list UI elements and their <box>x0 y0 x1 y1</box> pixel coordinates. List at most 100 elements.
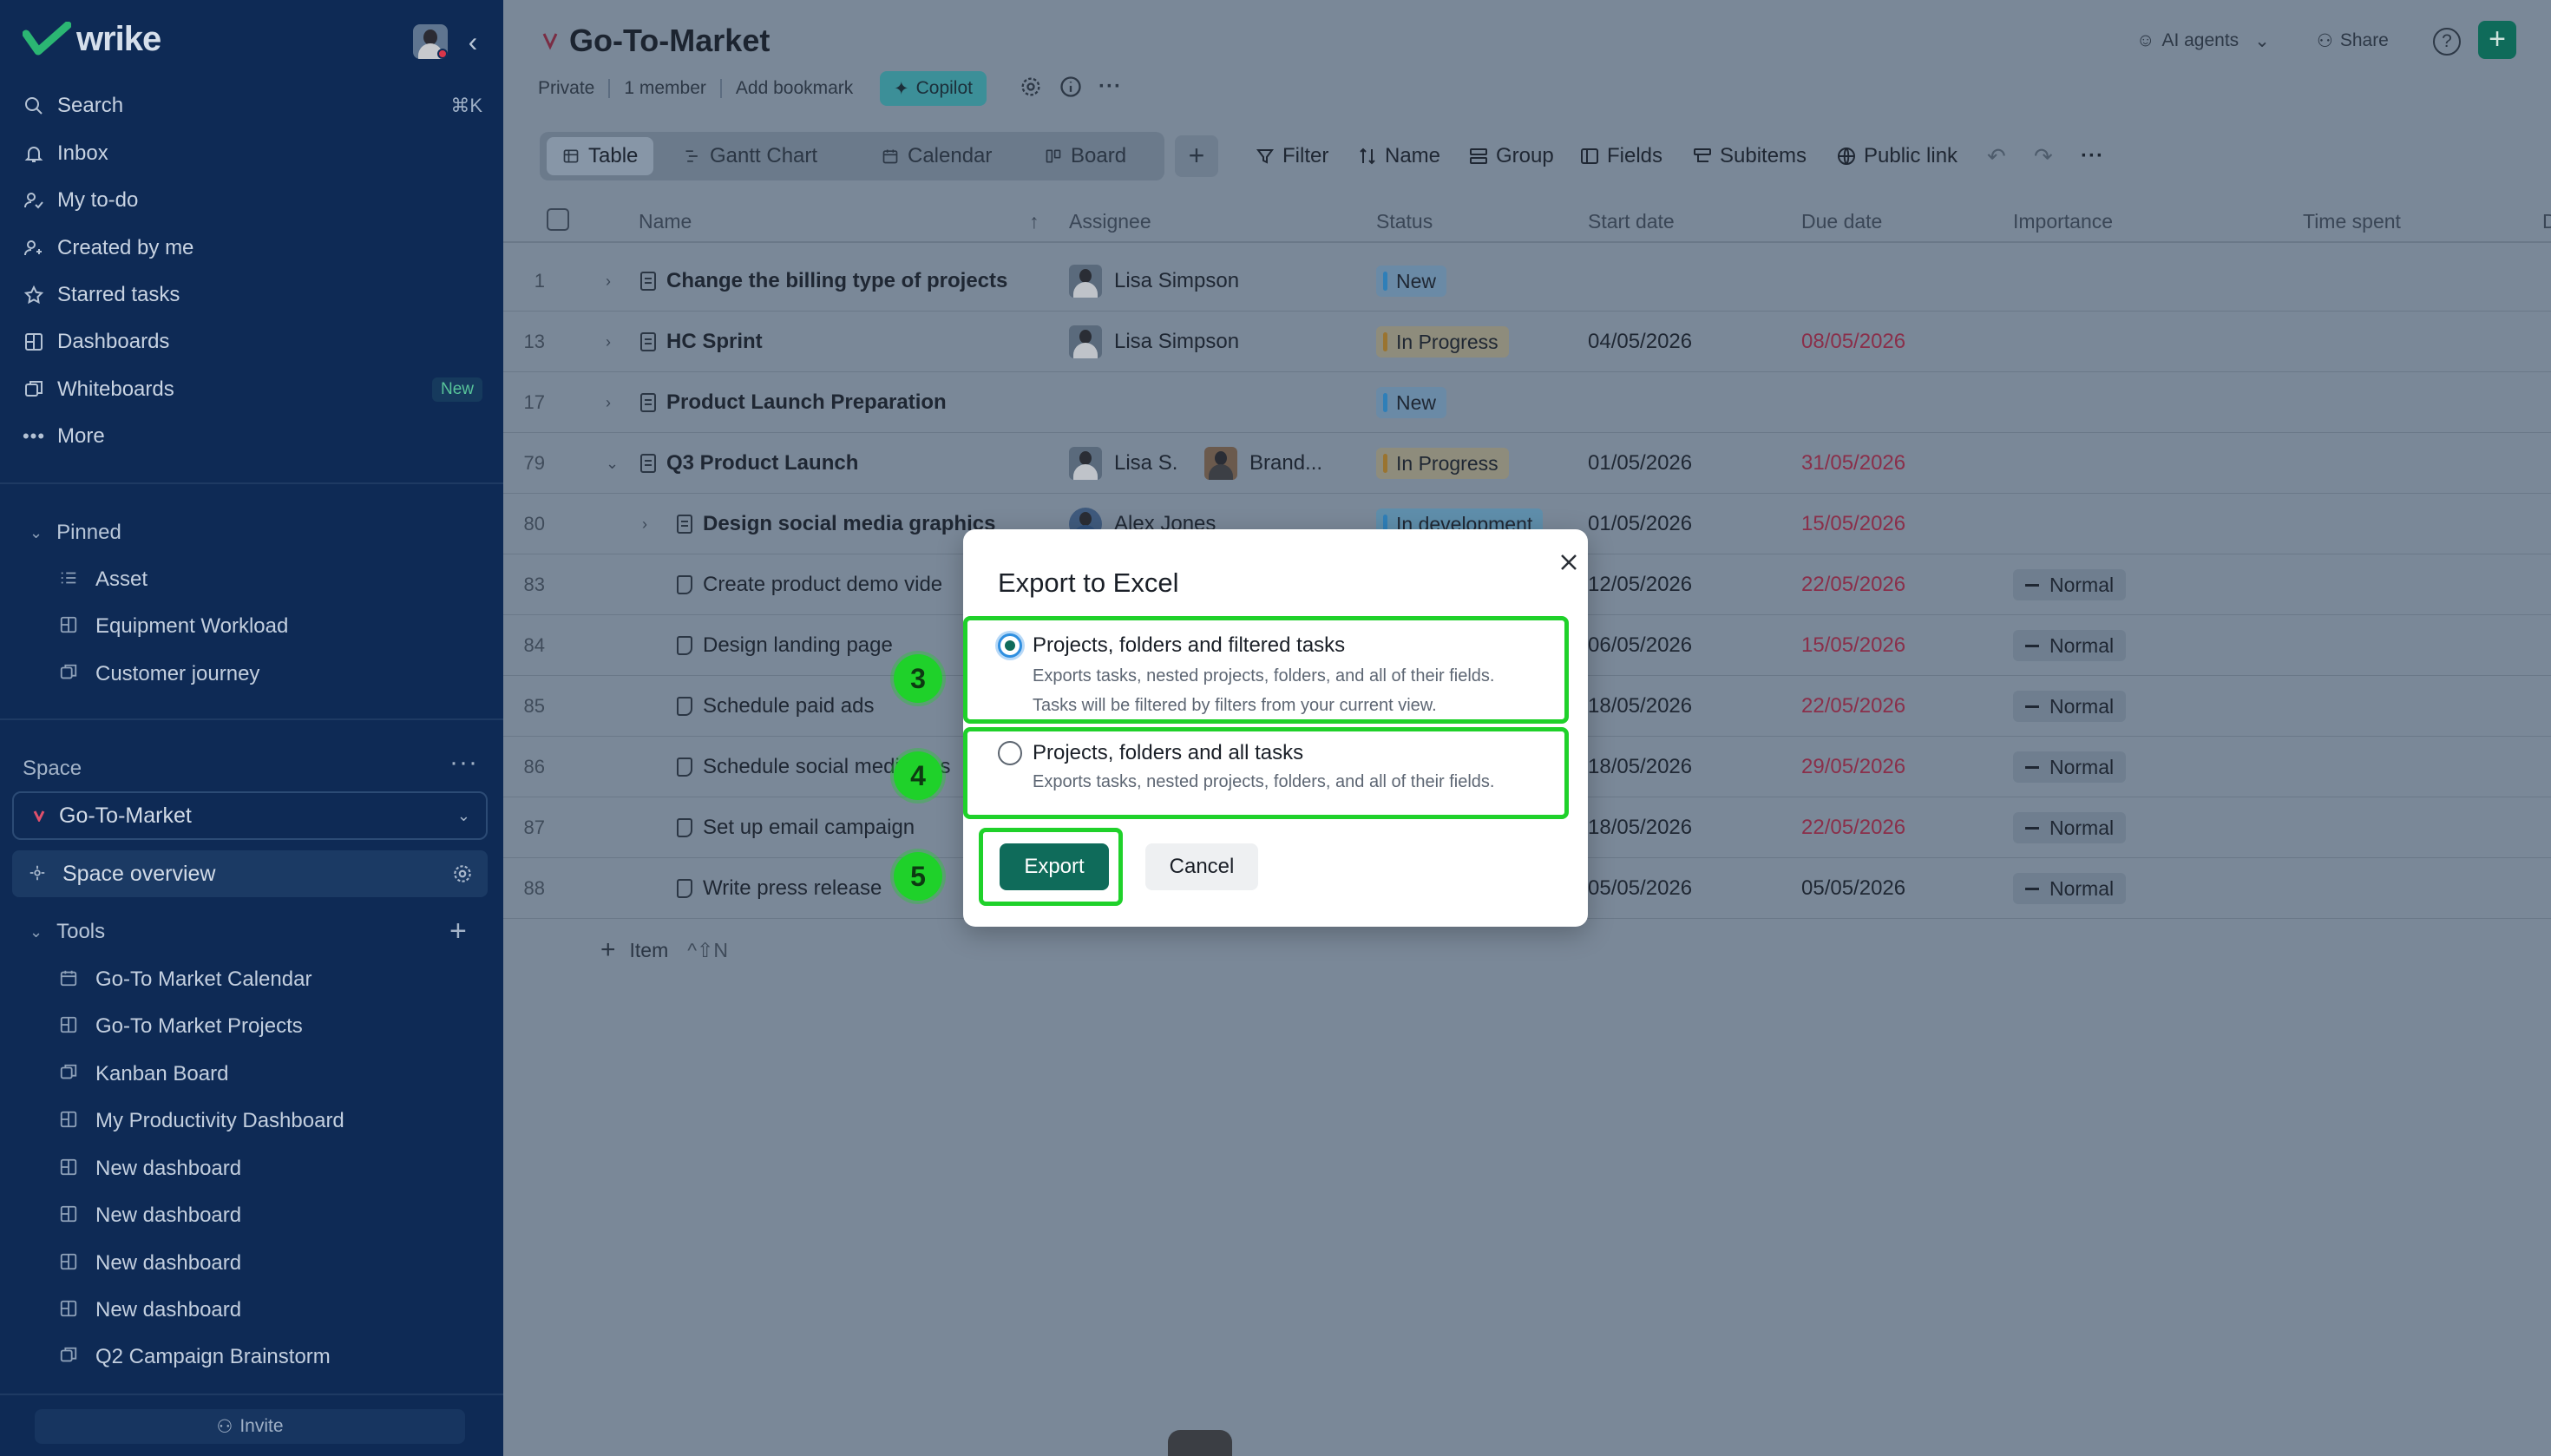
more-icon[interactable]: ··· <box>2081 139 2104 174</box>
table-row[interactable]: 17 › Product Launch Preparation New <box>503 372 2551 433</box>
importance-badge[interactable]: Normal <box>2013 873 2127 904</box>
start-date[interactable]: 05/05/2026 <box>1588 858 1692 919</box>
table-row[interactable]: 79 ⌄ Q3 Product Launch Lisa S. Brand... … <box>503 433 2551 494</box>
start-date[interactable]: 12/05/2026 <box>1588 554 1692 615</box>
status-badge[interactable]: In Progress <box>1376 326 1509 357</box>
chevron-right-icon[interactable]: › <box>606 272 626 291</box>
task-name[interactable]: Product Launch Preparation <box>666 390 947 415</box>
tool-item[interactable]: New dashboard <box>59 1150 484 1188</box>
due-date[interactable]: 22/05/2026 <box>1801 676 1905 737</box>
nav-my-todo[interactable]: My to-do <box>23 180 482 220</box>
nav-search[interactable]: Search ⌘K <box>23 86 482 126</box>
due-date[interactable]: 15/05/2026 <box>1801 494 1905 554</box>
redo-icon[interactable]: ↷ <box>2034 139 2053 174</box>
importance-badge[interactable]: Normal <box>2013 751 2127 783</box>
start-date[interactable]: 01/05/2026 <box>1588 494 1692 554</box>
floating-widget[interactable] <box>1168 1430 1232 1456</box>
tool-item[interactable]: New dashboard <box>59 1291 484 1329</box>
tools-header[interactable]: ⌄ Tools <box>30 915 105 949</box>
due-date[interactable]: 15/05/2026 <box>1801 615 1905 676</box>
task-name[interactable]: Write press release <box>703 876 882 901</box>
group-button[interactable]: Group <box>1468 139 1554 174</box>
task-name[interactable]: HC Sprint <box>666 330 763 354</box>
sort-arrow-up-icon[interactable]: ↑ <box>1029 210 1039 233</box>
filter-button[interactable]: Filter <box>1255 139 1328 174</box>
tool-item[interactable]: Kanban Board <box>59 1055 484 1093</box>
add-tool-icon[interactable]: + <box>449 915 467 948</box>
assignee-name[interactable]: Lisa S. <box>1114 451 1177 475</box>
status-badge[interactable]: New <box>1376 387 1447 418</box>
task-name[interactable]: Set up email campaign <box>703 816 915 840</box>
gear-icon[interactable] <box>451 862 474 885</box>
chevron-down-icon[interactable]: ⌄ <box>606 455 626 473</box>
column-header-importance[interactable]: Importance <box>2013 210 2113 233</box>
tool-item[interactable]: Go-To Market Calendar <box>59 961 484 999</box>
start-date[interactable]: 01/05/2026 <box>1588 433 1692 494</box>
fields-button[interactable]: Fields <box>1579 139 1662 174</box>
nav-more[interactable]: ••• More <box>23 416 482 456</box>
column-header-time-spent[interactable]: Time spent <box>2303 210 2401 233</box>
nav-whiteboards[interactable]: Whiteboards New <box>23 370 482 410</box>
more-icon[interactable]: ··· <box>1098 75 1122 99</box>
assignee-name[interactable]: Lisa Simpson <box>1114 330 1239 354</box>
collapse-sidebar-icon[interactable]: ‹ <box>460 26 486 57</box>
pinned-item-equipment-workload[interactable]: Equipment Workload <box>59 607 484 646</box>
space-selector[interactable]: Go-To-Market ⌄ <box>12 791 488 840</box>
tool-item[interactable]: Go-To Market Projects <box>59 1007 484 1046</box>
space-overview[interactable]: Space overview <box>12 850 488 897</box>
column-header-status[interactable]: Status <box>1376 210 1433 233</box>
add-item-button[interactable]: + Item ^⇧N <box>600 935 728 965</box>
tab-gantt-chart[interactable]: Gantt Chart <box>668 137 833 175</box>
chevron-right-icon[interactable]: › <box>606 394 626 412</box>
start-date[interactable]: 18/05/2026 <box>1588 676 1692 737</box>
tab-board[interactable]: Board <box>1029 137 1142 175</box>
tool-item[interactable]: New dashboard <box>59 1197 484 1235</box>
task-name[interactable]: Design landing page <box>703 633 893 658</box>
task-name[interactable]: Q3 Product Launch <box>666 451 858 475</box>
radio-all-tasks[interactable] <box>998 741 1022 765</box>
pinned-header[interactable]: ⌄ Pinned <box>30 515 121 550</box>
importance-badge[interactable]: Normal <box>2013 630 2127 661</box>
sort-button[interactable]: Name <box>1357 139 1440 174</box>
gear-icon[interactable] <box>1019 75 1043 99</box>
due-date[interactable]: 29/05/2026 <box>1801 737 1905 797</box>
space-more-icon[interactable]: ··· <box>449 748 478 777</box>
user-avatar[interactable] <box>413 24 448 59</box>
add-view-button[interactable]: + <box>1175 135 1218 177</box>
importance-badge[interactable]: Normal <box>2013 812 2127 843</box>
column-header-start-date[interactable]: Start date <box>1588 210 1675 233</box>
status-badge[interactable]: In Progress <box>1376 448 1509 479</box>
chevron-right-icon[interactable]: › <box>642 515 663 534</box>
nav-inbox[interactable]: Inbox <box>23 134 482 174</box>
cancel-button[interactable]: Cancel <box>1145 843 1258 890</box>
pinned-item-asset[interactable]: Asset <box>59 561 484 599</box>
nav-created-by-me[interactable]: Created by me <box>23 228 482 268</box>
undo-icon[interactable]: ↶ <box>1987 139 2006 174</box>
tab-calendar[interactable]: Calendar <box>866 137 1007 175</box>
due-date[interactable]: 22/05/2026 <box>1801 797 1905 858</box>
invite-button[interactable]: ⚇ Invite <box>35 1409 465 1444</box>
public-link-button[interactable]: Public link <box>1836 139 1958 174</box>
pinned-item-customer-journey[interactable]: Customer journey <box>59 655 484 693</box>
importance-badge[interactable]: Normal <box>2013 569 2127 600</box>
chevron-right-icon[interactable]: › <box>606 333 626 351</box>
close-icon[interactable] <box>1553 547 1584 578</box>
copilot-button[interactable]: ✦ Copilot <box>880 71 987 106</box>
subitems-button[interactable]: Subitems <box>1692 139 1807 174</box>
task-name[interactable]: Create product demo vide <box>703 573 942 597</box>
info-icon[interactable] <box>1059 75 1083 99</box>
start-date[interactable]: 18/05/2026 <box>1588 797 1692 858</box>
column-header-name[interactable]: Name <box>639 210 692 233</box>
privacy-link[interactable]: Private <box>538 78 594 99</box>
logo[interactable]: wrike <box>23 17 161 61</box>
table-row[interactable]: 13 › HC Sprint Lisa Simpson In Progress … <box>503 312 2551 372</box>
due-date[interactable]: 31/05/2026 <box>1801 433 1905 494</box>
assignee-name[interactable]: Lisa Simpson <box>1114 269 1239 293</box>
column-header-due-date[interactable]: Due date <box>1801 210 1882 233</box>
share-button[interactable]: ⚇ Share <box>2317 23 2389 59</box>
tool-item[interactable]: New dashboard <box>59 1244 484 1282</box>
status-badge[interactable]: New <box>1376 266 1447 297</box>
ai-agents-button[interactable]: ☺ AI agents ⌄ <box>2136 23 2270 59</box>
column-header-truncated[interactable]: D <box>2542 210 2551 233</box>
add-bookmark-link[interactable]: Add bookmark <box>736 78 853 99</box>
